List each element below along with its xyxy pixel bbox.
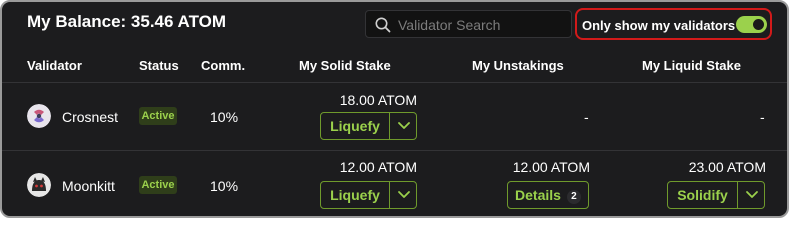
column-validator: Validator [27, 58, 82, 73]
only-my-validators-filter: Only show my validators [575, 8, 772, 40]
unstakings-count-badge: 2 [566, 190, 581, 204]
chevron-down-icon[interactable] [390, 182, 418, 208]
solid-stake-amount: 12.00 ATOM [339, 159, 417, 175]
chevron-down-icon[interactable] [738, 182, 766, 208]
validator-search[interactable] [365, 10, 572, 38]
chevron-down-icon[interactable] [390, 113, 418, 139]
validator-name[interactable]: Crosnest [62, 109, 118, 125]
liquefy-button-group: Liquefy [320, 112, 417, 140]
unstakings-amount: 12.00 ATOM [512, 159, 590, 175]
liquid-stake-value: - [760, 109, 765, 125]
toggle-knob [753, 19, 764, 30]
balance-panel: My Balance: 35.46 ATOM Only show my vali… [0, 0, 789, 218]
panel-header: My Balance: 35.46 ATOM Only show my vali… [2, 2, 787, 46]
column-unstakings: My Unstakings [472, 58, 564, 73]
solid-stake-amount: 18.00 ATOM [339, 92, 417, 108]
crosnest-avatar [27, 104, 51, 128]
column-liquid-stake: My Liquid Stake [642, 58, 741, 73]
validator-name[interactable]: Moonkitt [62, 178, 115, 194]
liquefy-button[interactable]: Liquefy [321, 113, 389, 139]
moonkitt-avatar [27, 173, 51, 197]
column-status: Status [139, 58, 179, 73]
details-button[interactable]: Details 2 [507, 181, 589, 209]
table-row: Moonkitt Active 10% 12.00 ATOM Liquefy 1… [2, 151, 787, 216]
only-my-validators-toggle[interactable] [736, 16, 767, 33]
search-input[interactable] [396, 14, 570, 36]
commission-value: 10% [210, 178, 239, 194]
table-header: Validator Status Comm. My Solid Stake My… [2, 46, 787, 83]
details-label: Details [515, 187, 561, 203]
search-icon [375, 17, 391, 33]
toggle-label: Only show my validators [582, 18, 736, 33]
commission-value: 10% [210, 109, 239, 125]
column-solid-stake: My Solid Stake [299, 58, 391, 73]
solidify-button-group: Solidify [667, 181, 765, 209]
liquefy-button-group: Liquefy [320, 181, 417, 209]
liquefy-button[interactable]: Liquefy [321, 182, 389, 208]
unstakings-value: - [584, 109, 589, 125]
solidify-button[interactable]: Solidify [668, 182, 737, 208]
column-commission: Comm. [201, 58, 246, 73]
balance-title: My Balance: 35.46 ATOM [27, 12, 227, 31]
status-badge: Active [139, 107, 177, 125]
liquid-stake-amount: 23.00 ATOM [688, 159, 766, 175]
table-row: Crosnest Active 10% 18.00 ATOM Liquefy -… [2, 82, 787, 151]
status-badge: Active [139, 176, 177, 194]
